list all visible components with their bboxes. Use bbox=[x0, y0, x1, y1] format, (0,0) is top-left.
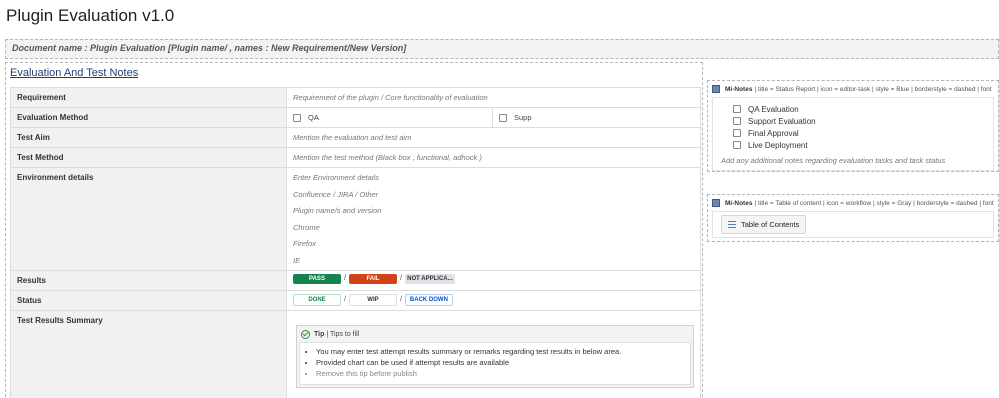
evaluation-table: Requirement Requirement of the plugin / … bbox=[10, 87, 701, 398]
row-label: Evaluation Method bbox=[10, 107, 287, 128]
macro-params: | title = Status Report | icon = editor-… bbox=[754, 85, 992, 93]
table-row: Environment details Enter Environment de… bbox=[10, 167, 701, 271]
table-row: Status DONE / WIP / BACK DOWN bbox=[10, 289, 701, 311]
list-item: You may enter test attempt results summa… bbox=[316, 346, 684, 357]
supp-checkbox[interactable] bbox=[499, 113, 507, 122]
row-label: Test Results Summary bbox=[10, 309, 287, 398]
macro-params: | title = Table of content | icon = work… bbox=[754, 199, 994, 207]
macro-name: Mi-Notes bbox=[725, 85, 753, 93]
test-method-value[interactable]: Mention the test method (Black box , fun… bbox=[286, 147, 701, 168]
separator: / bbox=[344, 296, 346, 303]
table-of-contents-button[interactable]: Table of Contents bbox=[721, 215, 807, 234]
pass-status-lozenge[interactable]: PASS bbox=[293, 273, 341, 284]
test-aim-value[interactable]: Mention the evaluation and test aim bbox=[286, 127, 701, 148]
list-item: Provided chart can be used if attempt re… bbox=[316, 357, 684, 368]
done-status-lozenge[interactable]: DONE bbox=[293, 293, 341, 306]
environment-line: Enter Environment details bbox=[293, 173, 379, 182]
macro-header: Mi-Notes | title = Table of content | ic… bbox=[708, 195, 998, 211]
macro-icon bbox=[712, 85, 720, 93]
summary-value[interactable]: Tip | Tips to fill You may enter test at… bbox=[286, 309, 701, 398]
environment-value[interactable]: Enter Environment details Confluence / J… bbox=[286, 167, 701, 271]
qa-checkbox-label: QA bbox=[308, 113, 319, 122]
macro-header: Mi-Notes | title = Status Report | icon … bbox=[708, 81, 998, 97]
row-label: Test Method bbox=[10, 147, 287, 168]
task-checkbox[interactable] bbox=[733, 141, 741, 149]
task-item[interactable]: Final Approval bbox=[733, 127, 989, 139]
row-label: Status bbox=[10, 289, 287, 311]
tip-subtitle: | Tips to fill bbox=[326, 330, 360, 338]
task-item[interactable]: Support Evaluation bbox=[733, 115, 989, 127]
task-checkbox[interactable] bbox=[733, 105, 741, 113]
separator: / bbox=[344, 275, 346, 283]
task-item[interactable]: QA Evaluation bbox=[733, 103, 989, 115]
status-report-panel: Mi-Notes | title = Status Report | icon … bbox=[707, 80, 999, 172]
method-option-supp: Supp bbox=[492, 107, 701, 128]
table-row: Requirement Requirement of the plugin / … bbox=[10, 87, 701, 108]
table-row: Test Results Summary Tip | Tips to fill … bbox=[10, 309, 701, 398]
table-row: Evaluation Method QA Supp bbox=[10, 107, 701, 128]
separator: / bbox=[399, 275, 402, 283]
table-row: Results PASS / FAIL / NOT APPLICA... bbox=[10, 269, 701, 291]
task-label: Support Evaluation bbox=[748, 116, 816, 126]
separator: / bbox=[399, 296, 402, 303]
method-option-qa: QA bbox=[286, 107, 493, 128]
row-label: Environment details bbox=[10, 167, 287, 271]
toc-body: Table of Contents bbox=[712, 211, 994, 238]
environment-line: Plugin name/s and version bbox=[293, 206, 382, 215]
task-checkbox[interactable] bbox=[733, 117, 741, 125]
document-name-bar: Document name : Plugin Evaluation [Plugi… bbox=[5, 39, 999, 59]
row-label: Test Aim bbox=[10, 127, 287, 148]
table-row: Test Aim Mention the evaluation and test… bbox=[10, 127, 701, 148]
task-label: Final Approval bbox=[748, 128, 799, 138]
requirement-value[interactable]: Requirement of the plugin / Core functio… bbox=[286, 87, 701, 108]
environment-line: IE bbox=[293, 255, 301, 265]
results-value: PASS / FAIL / NOT APPLICA... bbox=[286, 269, 701, 291]
toc-button-label: Table of Contents bbox=[741, 220, 800, 229]
status-note[interactable]: Add any additional notes regarding evalu… bbox=[721, 156, 989, 165]
wip-status-lozenge[interactable]: WIP bbox=[348, 293, 397, 306]
environment-line: Confluence / JIRA / Other bbox=[293, 189, 379, 199]
tip-list: You may enter test attempt results summa… bbox=[299, 341, 691, 385]
task-checkbox[interactable] bbox=[733, 129, 741, 137]
table-of-content-panel: Mi-Notes | title = Table of content | ic… bbox=[707, 194, 999, 242]
row-label: Results bbox=[10, 269, 287, 291]
macro-icon bbox=[712, 199, 720, 207]
task-label: Live Deployment bbox=[748, 140, 808, 150]
tip-header: Tip | Tips to fill bbox=[299, 328, 691, 342]
list-icon bbox=[728, 221, 736, 228]
list-item: Remove this tip before publish bbox=[316, 368, 684, 379]
tip-panel: Tip | Tips to fill You may enter test at… bbox=[296, 324, 694, 388]
back-down-status-lozenge[interactable]: BACK DOWN bbox=[404, 293, 453, 306]
status-value: DONE / WIP / BACK DOWN bbox=[286, 289, 701, 311]
qa-checkbox[interactable] bbox=[293, 113, 301, 122]
environment-line: Chrome bbox=[293, 222, 320, 232]
row-label: Requirement bbox=[10, 87, 287, 108]
page-title: Plugin Evaluation v1.0 bbox=[6, 6, 175, 25]
supp-checkbox-label: Supp bbox=[514, 113, 532, 122]
environment-line: Firefox bbox=[293, 239, 316, 248]
check-circle-icon bbox=[301, 329, 310, 339]
table-row: Test Method Mention the test method (Bla… bbox=[10, 147, 701, 168]
macro-name: Mi-Notes bbox=[725, 199, 753, 207]
tip-title: Tip bbox=[314, 330, 325, 338]
evaluation-panel: Evaluation And Test Notes Requirement Re… bbox=[5, 62, 703, 398]
task-item[interactable]: Live Deployment bbox=[733, 139, 989, 151]
not-applicable-status-lozenge[interactable]: NOT APPLICA... bbox=[404, 273, 455, 284]
fail-status-lozenge[interactable]: FAIL bbox=[348, 273, 397, 284]
status-report-body: QA Evaluation Support Evaluation Final A… bbox=[712, 97, 994, 171]
task-label: QA Evaluation bbox=[748, 104, 799, 114]
section-title[interactable]: Evaluation And Test Notes bbox=[10, 67, 138, 79]
